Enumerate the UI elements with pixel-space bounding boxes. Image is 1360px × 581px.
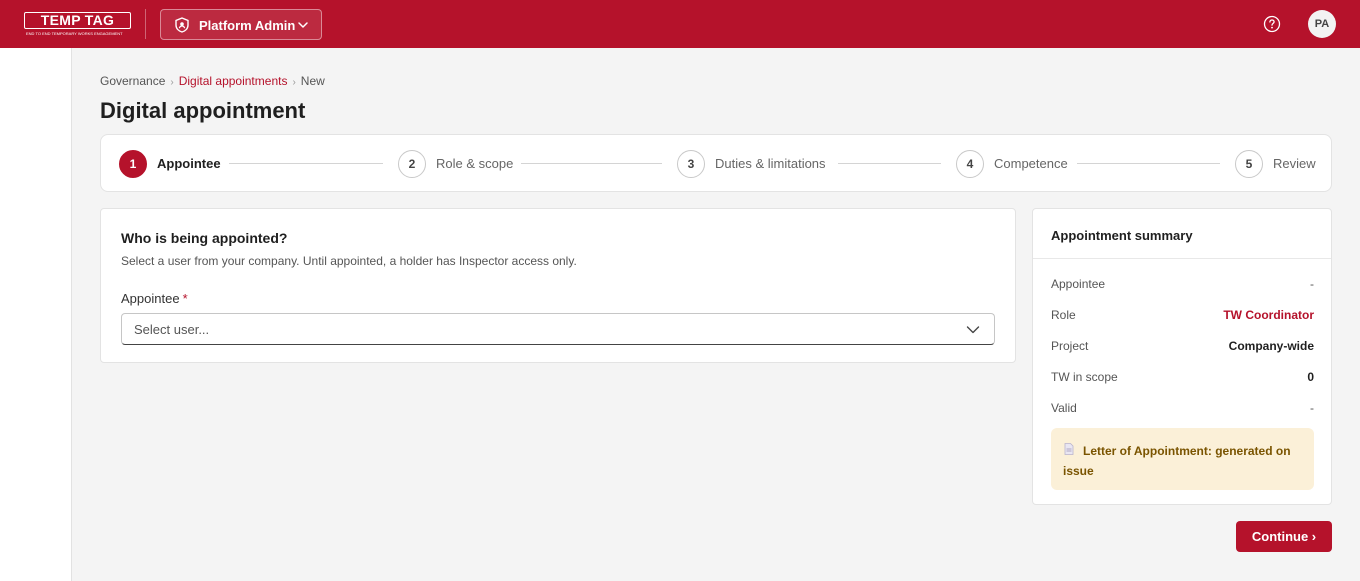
appointee-description: Select a user from your company. Until a… — [121, 254, 577, 268]
letter-of-appointment-note: Letter of Appointment: generated on issu… — [1051, 428, 1314, 490]
platform-admin-switcher[interactable]: Platform Admin — [160, 9, 322, 40]
summary-divider — [1033, 258, 1331, 259]
topbar-divider — [145, 9, 146, 39]
wizard-stepper: 1 Appointee 2 Role & scope 3 Duties & li… — [100, 134, 1332, 192]
breadcrumb-separator: › — [170, 77, 174, 88]
step-connector — [838, 163, 941, 164]
summary-row-role: Role TW Coordinator — [1051, 308, 1314, 326]
left-sidebar — [0, 48, 72, 581]
summary-row-valid: Valid - — [1051, 401, 1314, 419]
breadcrumb-governance[interactable]: Governance — [100, 74, 165, 88]
summary-value: TW Coordinator — [1223, 308, 1314, 322]
platform-admin-label: Platform Admin — [199, 18, 296, 33]
step-2-label[interactable]: Role & scope — [436, 156, 513, 171]
appointee-heading: Who is being appointed? — [121, 230, 288, 246]
help-icon[interactable] — [1263, 15, 1281, 33]
continue-button[interactable]: Continue › — [1236, 521, 1332, 552]
summary-key: Role — [1051, 308, 1076, 322]
step-5-label[interactable]: Review — [1273, 156, 1316, 171]
logo-tagline: END TO END TEMPORARY WORKS ENGAGEMENT — [26, 31, 123, 36]
breadcrumb-digital-appointments[interactable]: Digital appointments — [179, 74, 288, 88]
step-1-indicator[interactable]: 1 — [119, 150, 147, 178]
step-4-label[interactable]: Competence — [994, 156, 1068, 171]
summary-row-tw-in-scope: TW in scope 0 — [1051, 370, 1314, 388]
summary-value: Company-wide — [1228, 339, 1314, 353]
logo-text: TEMP TAG — [40, 12, 115, 28]
summary-row-appointee: Appointee - — [1051, 277, 1314, 295]
appointee-select[interactable]: Select user... — [121, 313, 995, 345]
breadcrumb: Governance › Digital appointments › New — [100, 74, 325, 88]
summary-key: Appointee — [1051, 277, 1106, 291]
summary-value: - — [1310, 401, 1314, 415]
summary-value: 0 — [1307, 370, 1314, 384]
step-3-label[interactable]: Duties & limitations — [715, 156, 826, 171]
summary-title: Appointment summary — [1051, 228, 1193, 243]
top-bar: TEMP TAG END TO END TEMPORARY WORKS ENGA… — [0, 0, 1360, 48]
breadcrumb-separator: › — [292, 77, 296, 88]
step-1-label[interactable]: Appointee — [157, 156, 221, 171]
summary-key: Project — [1051, 339, 1089, 353]
step-connector — [521, 163, 662, 164]
required-marker: * — [182, 291, 188, 306]
temp-tag-logo[interactable]: TEMP TAG END TO END TEMPORARY WORKS ENGA… — [24, 12, 131, 36]
step-3-indicator[interactable]: 3 — [677, 150, 705, 178]
appointee-field-label: Appointee * — [121, 291, 188, 306]
breadcrumb-current: New — [300, 74, 325, 88]
appointment-summary-panel: Appointment summary Appointee - Role TW … — [1032, 208, 1332, 505]
step-2-indicator[interactable]: 2 — [398, 150, 426, 178]
appointee-select-placeholder: Select user... — [134, 322, 210, 337]
user-avatar[interactable]: PA — [1308, 10, 1336, 38]
step-5-indicator[interactable]: 5 — [1235, 150, 1263, 178]
step-4-indicator[interactable]: 4 — [956, 150, 984, 178]
letter-note-text: Letter of Appointment: generated on issu… — [1063, 444, 1291, 478]
chevron-down-icon — [966, 326, 980, 334]
shield-icon — [175, 17, 189, 33]
summary-row-project: Project Company-wide — [1051, 339, 1314, 357]
page-title: Digital appointment — [100, 98, 306, 123]
summary-key: TW in scope — [1051, 370, 1118, 384]
step-connector — [1077, 163, 1220, 164]
step-connector — [229, 163, 383, 164]
summary-key: Valid — [1051, 401, 1077, 415]
appointee-label-text: Appointee — [121, 291, 180, 306]
appointee-card: Who is being appointed? Select a user fr… — [100, 208, 1016, 363]
summary-value: - — [1310, 277, 1314, 291]
chevron-down-icon — [298, 22, 308, 28]
